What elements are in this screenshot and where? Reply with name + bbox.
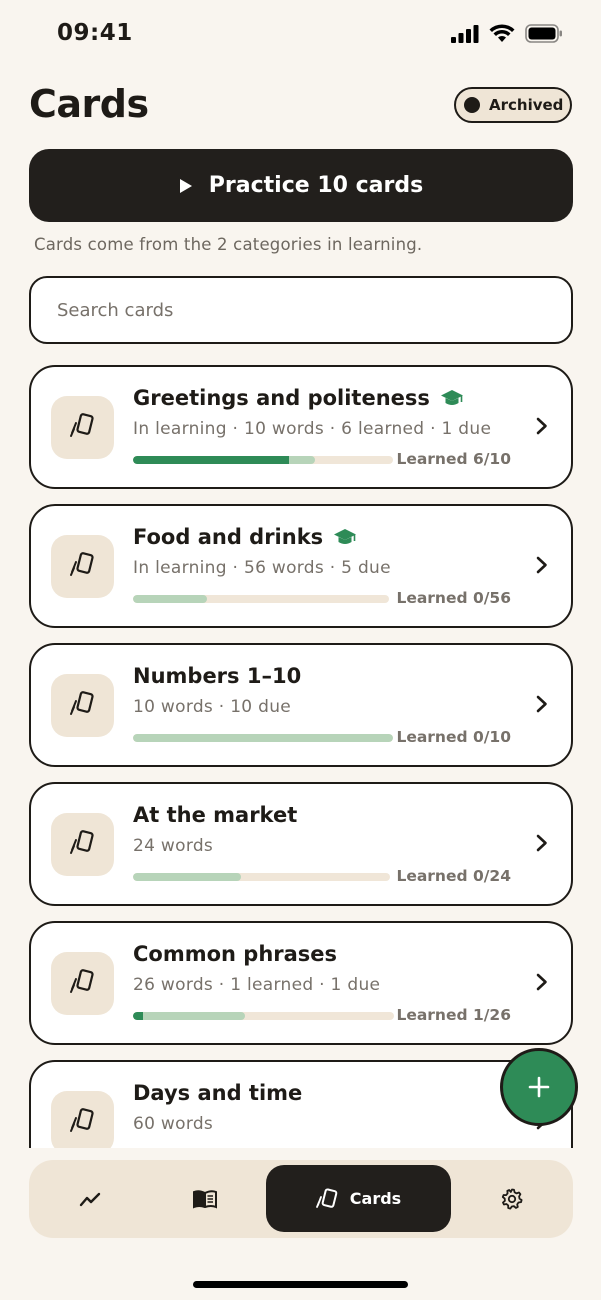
practice-button-label: Practice 10 cards bbox=[208, 173, 424, 198]
chevron-right-icon bbox=[536, 417, 548, 439]
category-title: Common phrases bbox=[133, 942, 337, 966]
progress-due-fill bbox=[133, 873, 241, 881]
category-thumb bbox=[51, 1091, 114, 1148]
progress-due-fill bbox=[133, 595, 208, 603]
category-title-text: Days and time bbox=[133, 1081, 303, 1105]
cards-icon bbox=[68, 551, 98, 583]
search-box bbox=[29, 276, 573, 344]
category-card[interactable]: Days and time 60 words bbox=[29, 1060, 573, 1148]
category-learned-label: Learned 6/10 bbox=[396, 450, 511, 468]
category-card[interactable]: Greetings and politeness In learning · 10… bbox=[29, 365, 573, 489]
category-meta: 10 words · 10 due bbox=[133, 697, 292, 717]
chevron-right-icon bbox=[536, 556, 548, 578]
wifi-icon bbox=[489, 24, 515, 42]
category-thumb bbox=[51, 674, 114, 737]
category-card[interactable]: At the market 24 words Learned 0/24 bbox=[29, 782, 573, 906]
cards-icon bbox=[315, 1187, 338, 1208]
cards-icon bbox=[68, 829, 98, 861]
category-meta: 24 words bbox=[133, 836, 214, 856]
stats-chart-icon bbox=[79, 1192, 101, 1207]
cards-icon bbox=[68, 412, 98, 444]
gear-icon bbox=[501, 1188, 523, 1210]
category-thumb bbox=[51, 535, 114, 598]
archived-toggle[interactable]: Archived bbox=[454, 87, 572, 123]
archived-dot-icon bbox=[464, 97, 480, 113]
status-icons bbox=[451, 24, 563, 43]
search-input[interactable] bbox=[31, 278, 571, 342]
category-learned-label: Learned 0/56 bbox=[396, 589, 511, 607]
tab-library[interactable] bbox=[144, 1160, 266, 1238]
practice-note: Cards come from the 2 categories in lear… bbox=[34, 235, 423, 254]
category-title-text: Common phrases bbox=[133, 942, 338, 966]
category-thumb bbox=[51, 396, 114, 459]
chevron-right-icon bbox=[536, 695, 548, 717]
category-meta: In learning · 56 words · 5 due bbox=[133, 558, 391, 578]
category-progress-bar bbox=[133, 734, 393, 742]
category-list: Greetings and politeness In learning · 10… bbox=[0, 360, 601, 1148]
category-card[interactable]: Common phrases 26 words · 1 learned · 1 d… bbox=[29, 921, 573, 1045]
graduation-cap-icon bbox=[333, 527, 357, 547]
tab-settings[interactable] bbox=[451, 1160, 573, 1238]
category-thumb bbox=[51, 813, 114, 876]
category-title-text: Greetings and politeness bbox=[133, 386, 430, 410]
category-progress-bar bbox=[133, 456, 393, 464]
progress-due-fill bbox=[133, 1012, 246, 1020]
tab-stats[interactable] bbox=[29, 1160, 151, 1238]
category-thumb bbox=[51, 952, 114, 1015]
add-category-button[interactable] bbox=[500, 1048, 578, 1126]
practice-button[interactable]: Practice 10 cards bbox=[29, 149, 573, 222]
category-title: Numbers 1–10 bbox=[133, 664, 301, 688]
progress-due-fill bbox=[133, 734, 393, 742]
home-indicator bbox=[193, 1281, 408, 1288]
tab-bar: Cards bbox=[29, 1160, 573, 1238]
play-icon bbox=[179, 178, 192, 193]
cellular-signal-icon bbox=[451, 24, 479, 43]
category-title: Food and drinks bbox=[133, 525, 357, 549]
category-title: Days and time bbox=[133, 1081, 302, 1105]
plus-icon bbox=[528, 1076, 550, 1098]
category-meta: 26 words · 1 learned · 1 due bbox=[133, 975, 381, 995]
cards-icon bbox=[68, 968, 98, 1000]
tab-cards[interactable]: Cards bbox=[266, 1165, 451, 1232]
page-title: Cards bbox=[29, 82, 149, 126]
category-title: At the market bbox=[133, 803, 297, 827]
archived-label: Archived bbox=[489, 96, 564, 114]
category-progress-bar bbox=[133, 1012, 394, 1020]
category-title-text: At the market bbox=[133, 803, 298, 827]
cards-icon bbox=[68, 690, 98, 722]
category-learned-label: Learned 0/10 bbox=[396, 728, 511, 746]
category-progress-bar bbox=[133, 595, 389, 603]
category-title-text: Food and drinks bbox=[133, 525, 324, 549]
category-meta: 60 words bbox=[133, 1114, 214, 1134]
cards-icon bbox=[68, 1107, 98, 1139]
category-card[interactable]: Numbers 1–10 10 words · 10 due Learned 0/1… bbox=[29, 643, 573, 767]
status-bar: 09:41 bbox=[0, 0, 601, 70]
status-time: 09:41 bbox=[57, 20, 133, 46]
category-title: Greetings and politeness bbox=[133, 386, 464, 410]
category-progress-bar bbox=[133, 873, 390, 881]
battery-icon bbox=[525, 24, 562, 43]
progress-learned-fill bbox=[133, 1012, 144, 1020]
graduation-cap-icon bbox=[440, 388, 464, 408]
category-learned-label: Learned 0/24 bbox=[396, 867, 511, 885]
chevron-right-icon bbox=[536, 973, 548, 995]
category-meta: In learning · 10 words · 6 learned · 1 d… bbox=[133, 419, 492, 439]
category-title-text: Numbers 1–10 bbox=[133, 664, 302, 688]
category-learned-label: Learned 1/26 bbox=[396, 1006, 511, 1024]
progress-learned-fill bbox=[133, 456, 289, 464]
chevron-right-icon bbox=[536, 834, 548, 856]
tab-cards-label: Cards bbox=[349, 1189, 402, 1208]
category-card[interactable]: Food and drinks In learning · 56 words · … bbox=[29, 504, 573, 628]
book-icon bbox=[193, 1190, 217, 1209]
